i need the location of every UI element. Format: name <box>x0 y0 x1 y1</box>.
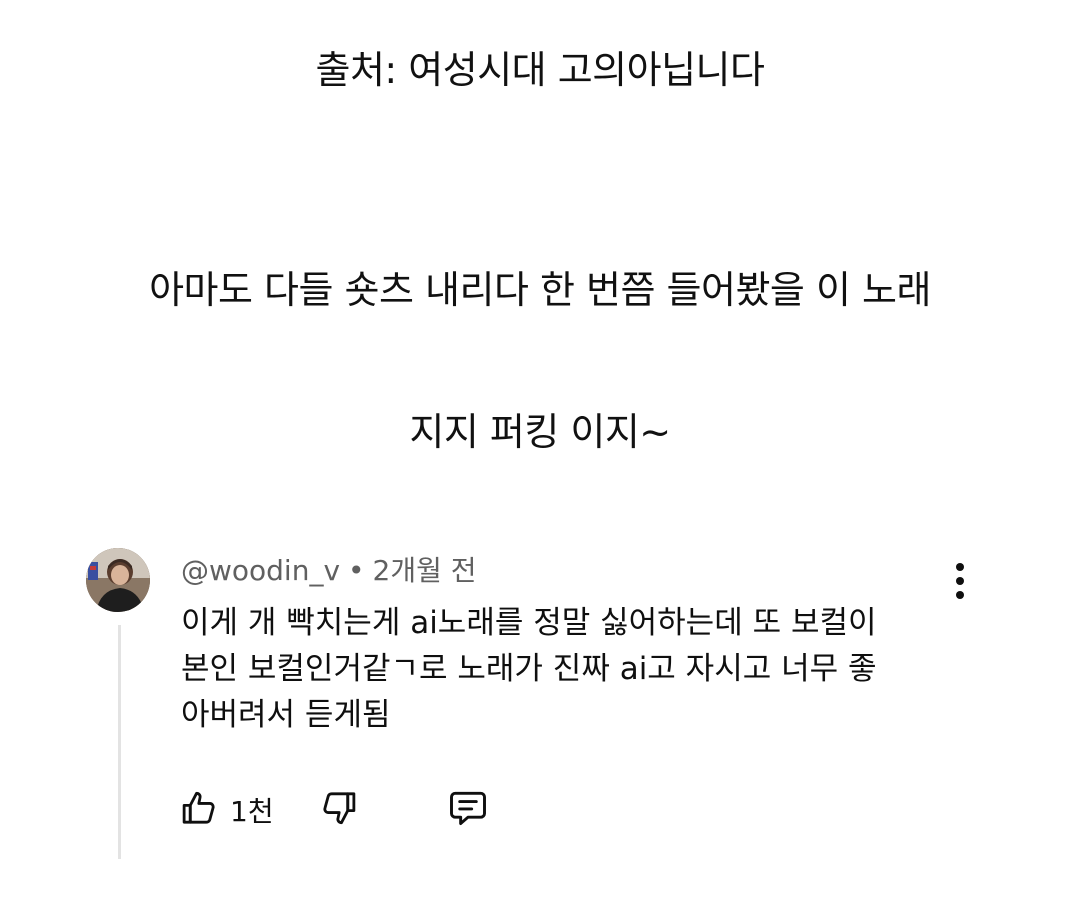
thumbs-up-icon <box>178 787 220 833</box>
thread-line <box>118 625 121 859</box>
intro-caption: 아마도 다들 숏츠 내리다 한 번쯤 들어봤을 이 노래 <box>149 268 931 312</box>
comment-card: @woodin_v • 2개월 전 이게 개 빡치는게 ai노래를 정말 싫어하는데… <box>86 545 996 865</box>
comment-line: 이게 개 빡치는게 ai노래를 정말 싫어하는데 또 보컬이 <box>181 605 877 641</box>
source-caption: 출처: 여성시대 고의아닙니다 <box>315 48 765 92</box>
dislike-button[interactable] <box>318 785 360 835</box>
comment-line: 본인 보컬인거같ㄱ로 노래가 진짜 ai고 자시고 너무 좋 <box>181 651 877 687</box>
meta-separator: • <box>348 554 365 587</box>
comment-author[interactable]: @woodin_v <box>181 554 340 587</box>
avatar[interactable] <box>86 548 150 612</box>
reply-comment-icon <box>446 786 490 834</box>
comment-line: 아버려서 듣게됨 <box>181 697 391 733</box>
comment-time: 2개월 전 <box>372 554 477 587</box>
comment-meta: @woodin_v • 2개월 전 <box>181 553 477 589</box>
thumbs-down-icon <box>318 787 360 833</box>
like-count: 1천 <box>230 795 274 828</box>
comment-actions: 1천 <box>178 785 598 835</box>
reply-button[interactable] <box>446 785 490 835</box>
comment-text: 이게 개 빡치는게 ai노래를 정말 싫어하는데 또 보컬이 본인 보컬인거같ㄱ… <box>181 600 951 738</box>
song-caption: 지지 퍼킹 이지~ <box>409 410 671 454</box>
like-button[interactable]: 1천 <box>178 785 274 835</box>
more-vertical-icon[interactable] <box>948 561 972 601</box>
